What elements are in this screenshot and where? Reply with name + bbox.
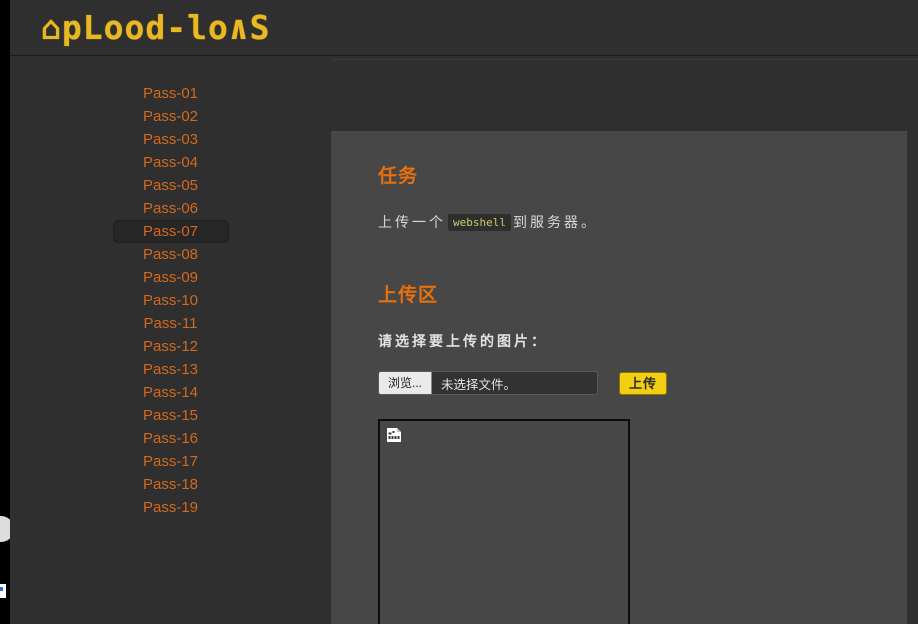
sidebar-link-pass-12[interactable]: Pass-12 [113,335,229,358]
sidebar-item-pass-10[interactable]: Pass-10 [10,289,331,312]
upload-form: 浏览... 未选择文件。 上传 [378,371,907,395]
sidebar-link-pass-02[interactable]: Pass-02 [113,105,229,128]
sidebar-link-pass-01[interactable]: Pass-01 [113,82,229,105]
sidebar-item-pass-13[interactable]: Pass-13 [10,358,331,381]
sidebar-link-pass-04[interactable]: Pass-04 [113,151,229,174]
image-preview-frame [378,419,630,624]
sidebar-link-pass-08[interactable]: Pass-08 [113,243,229,266]
sidebar-link-pass-09[interactable]: Pass-09 [113,266,229,289]
sidebar-link-pass-15[interactable]: Pass-15 [113,404,229,427]
task-heading: 任务 [378,166,419,187]
sidebar-link-pass-05[interactable]: Pass-05 [113,174,229,197]
site-logo[interactable]: ⌂pLood-lo∧S [41,6,271,50]
browse-button[interactable]: 浏览... [379,372,433,394]
selected-file-status: 未选择文件。 [441,377,517,392]
sidebar-item-pass-17[interactable]: Pass-17 [10,450,331,473]
sidebar-item-pass-05[interactable]: Pass-05 [10,174,331,197]
sidebar-link-pass-11[interactable]: Pass-11 [113,312,229,335]
sidebar-item-pass-14[interactable]: Pass-14 [10,381,331,404]
sidebar-item-pass-06[interactable]: Pass-06 [10,197,331,220]
task-description: 上传一个 webshell 到服务器。 [378,212,907,232]
sidebar-link-pass-10[interactable]: Pass-10 [113,289,229,312]
sidebar-link-pass-17[interactable]: Pass-17 [113,450,229,473]
file-input[interactable]: 浏览... 未选择文件。 [378,371,598,395]
sidebar-link-pass-13[interactable]: Pass-13 [113,358,229,381]
pass-list: Pass-01 Pass-02 Pass-03 Pass-04 Pass-05 [10,82,331,519]
sidebar-link-pass-14[interactable]: Pass-14 [113,381,229,404]
upload-submit-button[interactable]: 上传 [619,371,668,395]
sidebar-link-pass-18[interactable]: Pass-18 [113,473,229,496]
sidebar-link-pass-06[interactable]: Pass-06 [113,197,229,220]
sidebar-item-pass-03[interactable]: Pass-03 [10,128,331,151]
task-text-before: 上传一个 [378,214,446,230]
sidebar-item-pass-07[interactable]: Pass-07 [10,220,331,243]
page-body: Pass-01 Pass-02 Pass-03 Pass-04 Pass-05 [10,57,918,624]
sidebar-link-pass-03[interactable]: Pass-03 [113,128,229,151]
sidebar-link-pass-19[interactable]: Pass-19 [113,496,229,519]
sidebar-item-pass-18[interactable]: Pass-18 [10,473,331,496]
browser-viewport: ⌂pLood-lo∧S Pass-01 Pass-02 Pass-03 Pass… [10,0,918,624]
sidebar-link-pass-07[interactable]: Pass-07 [112,220,229,243]
task-text-after: 到服务器。 [512,214,598,230]
sidebar-item-pass-01[interactable]: Pass-01 [10,82,331,105]
file-field-label: 请选择要上传的图片： [378,333,548,349]
sidebar-item-pass-11[interactable]: Pass-11 [10,312,331,335]
site-header: ⌂pLood-lo∧S [10,0,918,60]
sidebar-item-pass-12[interactable]: Pass-12 [10,335,331,358]
sidebar-item-pass-19[interactable]: Pass-19 [10,496,331,519]
sidebar-item-pass-08[interactable]: Pass-08 [10,243,331,266]
sidebar-nav: Pass-01 Pass-02 Pass-03 Pass-04 Pass-05 [10,57,331,624]
sidebar-link-pass-16[interactable]: Pass-16 [113,427,229,450]
upload-zone-heading: 上传区 [378,285,439,306]
sidebar-item-pass-15[interactable]: Pass-15 [10,404,331,427]
sidebar-item-pass-16[interactable]: Pass-16 [10,427,331,450]
sidebar-item-pass-02[interactable]: Pass-02 [10,105,331,128]
broken-image-icon [387,428,401,442]
sidebar-item-pass-04[interactable]: Pass-04 [10,151,331,174]
main-content-panel: 任务 上传一个 webshell 到服务器。 上传区 请选择要上传的图片： 浏览..… [331,131,907,624]
screen: ⌂pLood-lo∧S Pass-01 Pass-02 Pass-03 Pass… [0,0,918,624]
desktop-app-icon[interactable] [0,584,6,598]
webshell-code-badge: webshell [448,214,511,231]
sidebar-item-pass-09[interactable]: Pass-09 [10,266,331,289]
